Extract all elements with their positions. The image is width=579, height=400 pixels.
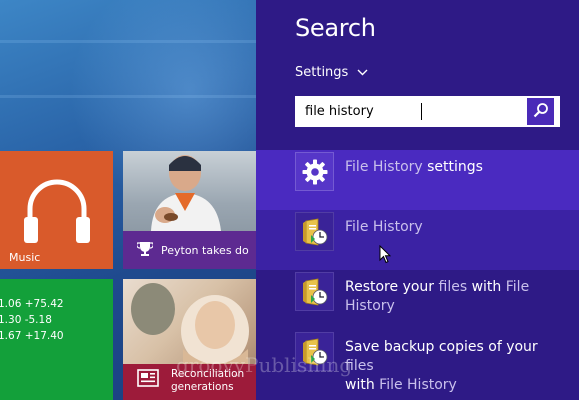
file-history-folder-icon (295, 272, 334, 311)
search-result-file-history-settings[interactable]: File History settings (256, 150, 579, 210)
mouse-pointer-icon (379, 244, 392, 268)
news-caption-line: generations (171, 381, 234, 393)
music-tile-label: Music (9, 251, 41, 264)
result-text: Restore your files with File History (345, 278, 565, 316)
sports-caption-text: Peyton takes do (161, 243, 249, 257)
result-highlight: files (345, 358, 374, 374)
sports-caption: Peyton takes do (123, 231, 256, 269)
sports-tile[interactable]: Peyton takes do (123, 151, 256, 269)
gear-icon (295, 152, 334, 191)
newspaper-icon (137, 369, 159, 391)
result-highlight: File History (345, 219, 423, 235)
result-prefix: Restore your (345, 279, 439, 295)
finance-row: 1.30 -5.18 (0, 314, 52, 326)
search-title: Search (295, 14, 376, 42)
start-screen: Music Peyton takes do 1.06 +75.42 1.30 -… (0, 0, 256, 400)
result-text: File History (345, 218, 423, 237)
finance-tile[interactable]: 1.06 +75.42 1.30 -5.18 1.67 +17.40 (0, 279, 113, 400)
search-charm-panel: Search Settings file history File Histor… (256, 0, 579, 400)
search-scope-dropdown[interactable]: Settings (295, 64, 368, 80)
result-line2-prefix: with (345, 377, 380, 393)
news-tile[interactable]: Reconciliation generations (123, 279, 256, 400)
file-history-folder-icon (295, 332, 334, 371)
result-highlight: File History (345, 159, 423, 175)
result-text: Save backup copies of your files with Fil… (345, 338, 565, 395)
search-result-file-history[interactable]: File History (256, 210, 579, 270)
magnifier-icon (533, 102, 549, 122)
file-history-folder-icon (295, 212, 334, 251)
search-button[interactable] (527, 98, 554, 125)
result-rest: settings (422, 159, 483, 175)
trophy-icon (136, 241, 154, 260)
result-text: File History settings (345, 158, 483, 177)
music-tile[interactable]: Music (0, 151, 113, 269)
result-highlight: File History (379, 377, 457, 393)
finance-row: 1.06 +75.42 (0, 298, 64, 310)
search-results-list: File History settings File History Resto… (256, 150, 579, 393)
search-input[interactable] (295, 96, 527, 127)
news-caption-line: Reconciliation (171, 368, 245, 380)
search-scope-label: Settings (295, 64, 349, 80)
chevron-down-icon (357, 65, 368, 80)
background-stripe (0, 95, 256, 98)
finance-row: 1.67 +17.40 (0, 330, 64, 342)
result-middle: with (467, 279, 506, 295)
search-result-save-backup-copies[interactable]: Save backup copies of your files with Fil… (256, 330, 579, 393)
headphones-icon (20, 171, 94, 253)
text-caret (421, 103, 422, 120)
background-stripe (0, 40, 256, 43)
search-box (295, 96, 560, 127)
result-highlight: files (438, 279, 468, 295)
result-prefix: Save backup copies of your (345, 339, 538, 355)
search-result-restore-files[interactable]: Restore your files with File History (256, 270, 579, 330)
